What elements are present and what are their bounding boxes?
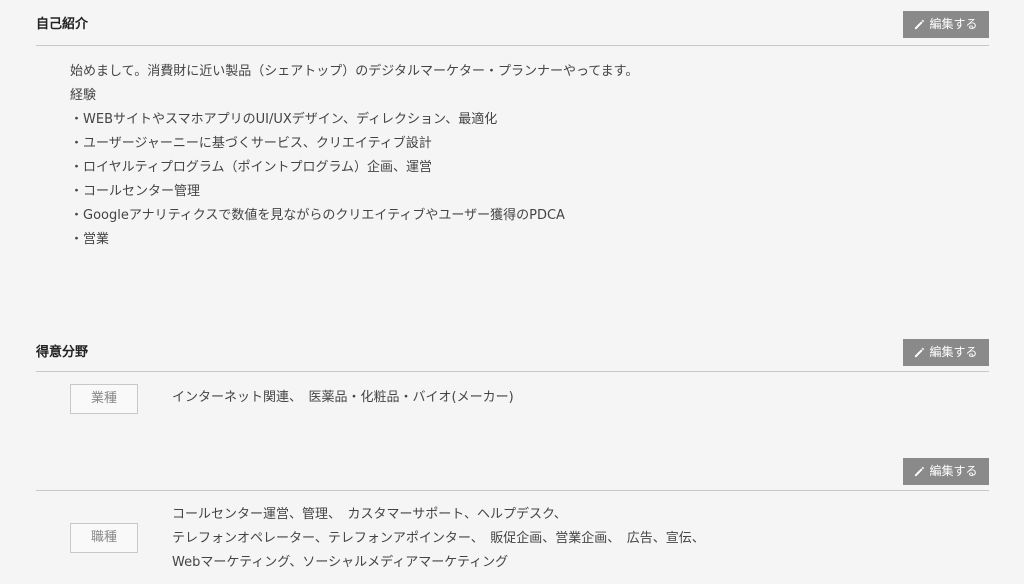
job-type-value: コールセンター運営、管理、 カスタマーサポート、ヘルプデスク、 テレフォンオペレ… bbox=[172, 503, 705, 575]
edit-label: 編集する bbox=[929, 17, 978, 31]
intro-line: ・WEBサイトやスマホアプリのUI/UXデザイン、ディレクション、最適化 bbox=[70, 112, 498, 127]
job-type-line: Webマーケティング、ソーシャルメディアマーケティング bbox=[172, 555, 509, 570]
intro-line: ・ユーザージャーニーに基づくサービス、クリエイティブ設計 bbox=[70, 136, 432, 151]
industry-divider bbox=[36, 371, 989, 372]
job-type-divider bbox=[36, 490, 989, 491]
industry-value: インターネット関連、 医薬品・化粧品・バイオ(メーカー) bbox=[172, 386, 514, 410]
self-intro-text: 始めまして。消費財に近い製品（シェアトップ）のデジタルマーケター・プランナーやっ… bbox=[70, 60, 638, 252]
job-type-line: テレフォンオペレーター、テレフォンアポインター、 販促企画、営業企画、 広告、宣… bbox=[172, 531, 705, 546]
industry-line: インターネット関連、 医薬品・化粧品・バイオ(メーカー) bbox=[172, 390, 514, 405]
self-intro-edit-button[interactable]: 編集する bbox=[903, 11, 989, 38]
pencil-icon bbox=[915, 466, 925, 477]
industry-edit-button[interactable]: 編集する bbox=[903, 339, 989, 366]
intro-line: ・ロイヤルティプログラム（ポイントプログラム）企画、運営 bbox=[70, 160, 433, 175]
job-type-edit-button[interactable]: 編集する bbox=[903, 458, 989, 485]
intro-line: 経験 bbox=[70, 88, 97, 103]
intro-line: ・営業 bbox=[70, 232, 110, 247]
pencil-icon bbox=[915, 19, 925, 30]
self-intro-title: 自己紹介 bbox=[36, 17, 89, 32]
self-intro-divider bbox=[36, 45, 989, 46]
intro-line: ・コールセンター管理 bbox=[70, 184, 201, 199]
job-type-line: コールセンター運営、管理、 カスタマーサポート、ヘルプデスク、 bbox=[172, 507, 567, 522]
intro-line: ・Googleアナリティクスで数値を見ながらのクリエイティブやユーザー獲得のPD… bbox=[70, 208, 565, 223]
job-type-tag: 職種 bbox=[70, 523, 138, 553]
specialty-title: 得意分野 bbox=[36, 345, 89, 360]
intro-line: 始めまして。消費財に近い製品（シェアトップ）のデジタルマーケター・プランナーやっ… bbox=[70, 64, 639, 79]
industry-tag: 業種 bbox=[70, 384, 138, 414]
edit-label: 編集する bbox=[929, 345, 978, 359]
pencil-icon bbox=[915, 347, 925, 358]
profile-page: 自己紹介 編集する 始めまして。消費財に近い製品（シェアトップ）のデジタルマーケ… bbox=[0, 0, 1024, 584]
edit-label: 編集する bbox=[929, 464, 978, 478]
